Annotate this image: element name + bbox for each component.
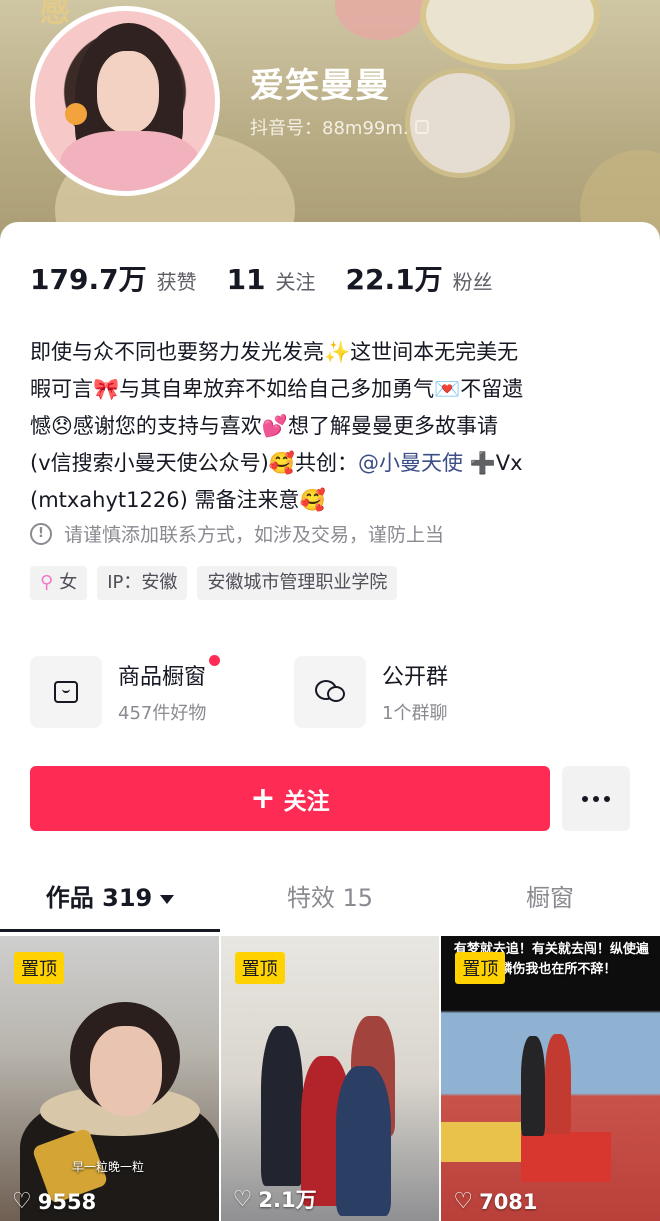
thumbnail-figure — [545, 1034, 572, 1134]
douyin-id-text: 抖音号：88m99m. — [250, 118, 409, 139]
header-decoration — [420, 0, 600, 70]
heart-icon: ♡ — [453, 1189, 474, 1214]
stat-following[interactable]: 11 关注 — [227, 263, 316, 296]
follow-button-label: 关注 — [283, 788, 330, 815]
shop-window-title-text: 商品橱窗 — [118, 665, 207, 690]
stat-likes-value: 179.7万 — [30, 263, 147, 296]
flower-icon — [65, 103, 87, 125]
warning-text: 请谨慎添加联系方式，如涉及交易，谨防上当 — [64, 524, 445, 546]
profile-shortcuts: 商品橱窗 457件好物 公开群 1个群聊 — [30, 655, 558, 728]
heart-icon: ♡ — [12, 1189, 32, 1214]
stat-likes-label: 获赞 — [156, 270, 197, 294]
profile-stats: 179.7万 获赞 11 关注 22.1万 粉丝 — [30, 258, 523, 298]
bio-line: 憾😞感谢您的支持与喜欢💕想了解曼曼更多故事请 — [30, 414, 499, 438]
thumbnail-figure — [260, 1026, 303, 1186]
nickname: 爱笑曼曼 — [250, 66, 390, 106]
contact-warning: ! 请谨慎添加联系方式，如涉及交易，谨防上当 — [30, 520, 444, 547]
stat-following-value: 11 — [226, 263, 266, 296]
header-decoration — [335, 0, 425, 40]
shopping-bag-icon — [54, 681, 78, 703]
tab-shop-window[interactable]: 橱窗 — [440, 872, 660, 932]
content-tabs: 作品 319 特效 15 橱窗 — [0, 872, 660, 932]
more-dot-icon — [604, 795, 610, 802]
pinned-badge: 置顶 — [455, 952, 506, 984]
tag-gender-label: 女 — [59, 572, 78, 593]
bio-line: 即使与众不同也要努力发光发亮✨这世间本无完美无 — [30, 340, 519, 364]
video-likes: ♡ 9558 — [12, 1189, 96, 1214]
group-chat-icon — [315, 680, 345, 704]
more-dot-icon — [593, 795, 599, 802]
profile-card: 179.7万 获赞 11 关注 22.1万 粉丝 即使与众不同也要努力发光发亮✨… — [0, 222, 660, 1221]
avatar[interactable] — [30, 6, 220, 196]
stat-followers-label: 粉丝 — [452, 270, 493, 294]
thumbnail-figure — [90, 1026, 162, 1116]
tag-school[interactable]: 安徽城市管理职业学院 — [197, 566, 398, 600]
shop-window-title: 商品橱窗 — [118, 655, 221, 691]
stat-following-label: 关注 — [275, 270, 316, 294]
bio-text: ➕Vx — [462, 451, 523, 475]
bio: 即使与众不同也要努力发光发亮✨这世间本无完美无 暇可言🎀与其自卑放弃不如给自己多… — [30, 334, 640, 519]
stat-followers-value: 22.1万 — [345, 263, 443, 296]
video-likes-count: 7081 — [479, 1189, 538, 1214]
thumbnail-figure — [441, 1122, 532, 1162]
thumbnail-figure — [521, 1036, 546, 1136]
shop-icon-box — [30, 656, 102, 728]
plus-icon: + — [250, 780, 276, 816]
shop-window-button[interactable]: 商品橱窗 457件好物 — [30, 655, 294, 728]
female-icon: ⚲ — [40, 572, 54, 593]
public-group-button[interactable]: 公开群 1个群聊 — [294, 656, 558, 728]
video-likes-count: 9558 — [37, 1189, 97, 1214]
stat-followers[interactable]: 22.1万 粉丝 — [346, 258, 493, 298]
info-icon: ! — [30, 522, 52, 545]
more-dot-icon — [582, 795, 588, 802]
video-thumbnail[interactable]: 早一粒晚一粒 置顶 ♡ 9558 — [0, 936, 219, 1221]
profile-tags: ⚲ 女 IP：安徽 安徽城市管理职业学院 — [30, 566, 398, 600]
public-group-title: 公开群 — [382, 665, 449, 690]
video-likes-count: 2.1万 — [258, 1188, 317, 1212]
thumbnail-figure — [521, 1132, 612, 1182]
active-tab-indicator — [0, 929, 220, 932]
heart-icon: ♡ — [232, 1186, 253, 1212]
copy-icon[interactable] — [414, 120, 429, 134]
notification-dot — [209, 655, 221, 666]
bio-line: 暇可言🎀与其自卑放弃不如给自己多加勇气💌不留遗 — [30, 377, 524, 401]
douyin-id[interactable]: 抖音号：88m99m. — [250, 114, 429, 140]
pinned-badge: 置顶 — [14, 952, 64, 984]
tab-works-label: 作品 319 — [45, 884, 153, 912]
tab-effects[interactable]: 特效 15 — [220, 872, 440, 932]
stat-likes: 179.7万 获赞 — [30, 258, 197, 298]
video-likes: ♡ 2.1万 — [233, 1184, 317, 1214]
bio-line: (v信搜索小曼天使公众号)🥰共创：@小曼天使 ➕Vx — [30, 445, 640, 482]
public-group-count: 1个群聊 — [382, 703, 448, 724]
tag-ip: IP：安徽 — [97, 566, 188, 600]
bio-line: (mtxahyt1226) 需备注来意🥰 — [30, 488, 326, 512]
thumbnail-figure — [335, 1066, 391, 1216]
follow-button[interactable]: + 关注 — [30, 766, 550, 831]
tab-works[interactable]: 作品 319 — [0, 872, 220, 932]
shop-window-count: 457件好物 — [118, 703, 207, 724]
tag-gender: ⚲ 女 — [30, 566, 88, 600]
video-likes: ♡ 7081 — [453, 1189, 537, 1214]
video-thumbnail[interactable]: 置顶 ♡ 2.1万 — [220, 936, 440, 1221]
more-options-button[interactable] — [562, 766, 630, 831]
bio-text: (v信搜索小曼天使公众号)🥰共创： — [30, 451, 358, 475]
mention-link[interactable]: @小曼天使 — [358, 451, 463, 475]
pinned-badge: 置顶 — [234, 952, 285, 984]
caret-down-icon[interactable] — [160, 894, 175, 904]
video-thumbnail[interactable]: 有梦就去追！有关就去闯！纵使遍体鳞伤我也在所不辞！ 置顶 ♡ 7081 — [441, 936, 660, 1221]
video-grid: 早一粒晚一粒 置顶 ♡ 9558 置顶 ♡ 2.1万 有梦就去追！有关就去闯！纵… — [0, 936, 660, 1221]
video-caption: 早一粒晚一粒 — [72, 1160, 145, 1174]
group-icon-box — [294, 656, 366, 728]
